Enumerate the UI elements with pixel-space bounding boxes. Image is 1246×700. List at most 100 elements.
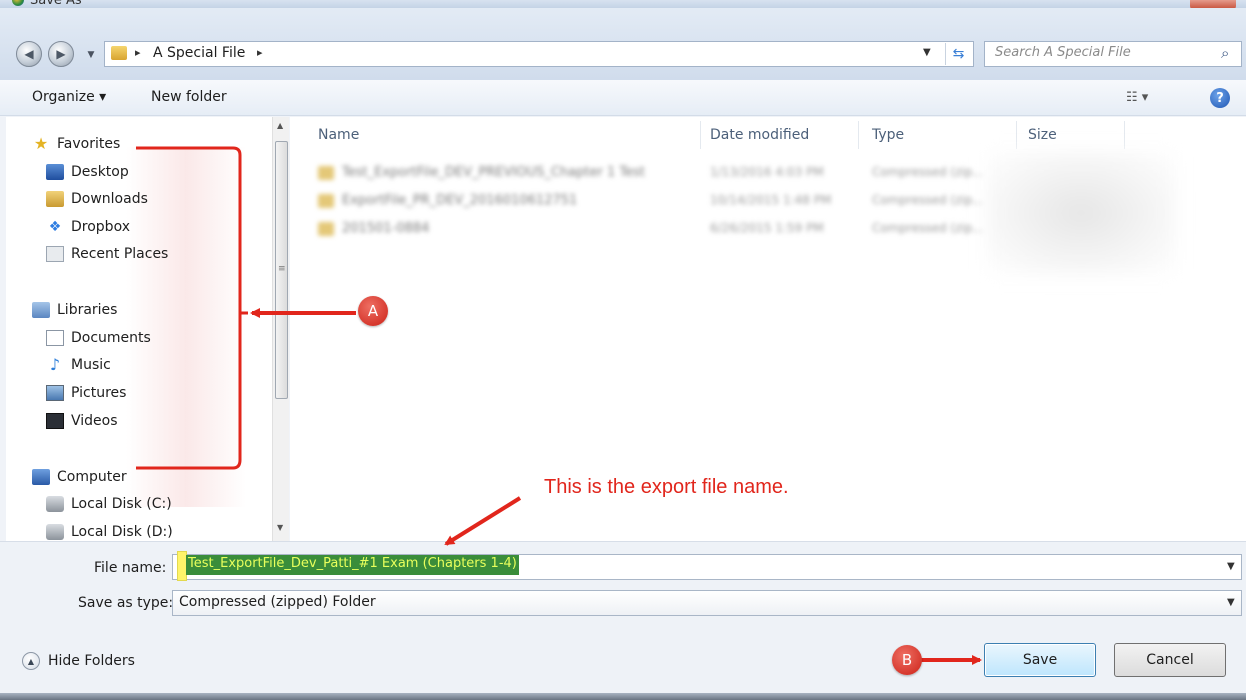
forward-arrow-icon: ▶ [56, 47, 66, 61]
sidebar-item-pictures[interactable]: Pictures [46, 382, 126, 404]
window-bottom-border [0, 693, 1246, 700]
sidebar-item-label: Downloads [71, 191, 148, 207]
column-divider[interactable] [858, 121, 859, 149]
sidebar-item-favorites[interactable]: ★ Favorites [32, 133, 120, 155]
navigation-pane: ★ Favorites Desktop Downloads ❖ Dropbox … [6, 117, 272, 541]
sidebar-item-label: Music [71, 357, 111, 373]
change-view-icon[interactable]: ☷ ▾ [1126, 90, 1148, 105]
redacted-size-column [986, 151, 1176, 275]
dropbox-icon: ❖ [48, 219, 62, 235]
column-divider[interactable] [700, 121, 701, 149]
sidebar-item-label: Documents [71, 330, 151, 346]
address-dropdown-icon[interactable]: ▼ [923, 47, 931, 58]
sidebar-item-label: Recent Places [71, 246, 169, 262]
title-bar: Save As [0, 0, 1246, 10]
chevron-up-icon: ▲ [22, 652, 40, 670]
column-divider[interactable] [1124, 121, 1125, 149]
organize-menu-button[interactable]: Organize ▾ [32, 89, 106, 105]
file-date: 10/14/2015 1:48 PM [710, 193, 832, 207]
recent-locations-dropdown[interactable]: ▼ [84, 48, 98, 62]
annotation-marker-b: B [892, 645, 922, 675]
back-arrow-icon: ◀ [24, 47, 34, 61]
refresh-icon[interactable]: ⇆ [945, 43, 971, 65]
libraries-icon [32, 302, 50, 318]
sidebar-item-desktop[interactable]: Desktop [46, 161, 129, 183]
breadcrumb-a-special-file[interactable]: A Special File [153, 45, 245, 61]
column-header-date-modified[interactable]: Date modified [710, 127, 809, 143]
hide-folders-label: Hide Folders [48, 653, 135, 669]
forward-button[interactable]: ▶ [48, 41, 74, 67]
disk-icon [46, 524, 64, 540]
scroll-down-icon[interactable]: ▼ [277, 523, 283, 532]
sidebar-item-documents[interactable]: Documents [46, 327, 151, 349]
sidebar-item-label: Local Disk (D:) [71, 524, 173, 540]
file-date: 6/26/2015 1:59 PM [710, 221, 824, 235]
grip-icon: ≡ [278, 264, 286, 274]
navigation-scrollbar[interactable]: ▲ ≡ ▼ [272, 117, 289, 541]
file-name-label: File name: [94, 560, 167, 576]
breadcrumb-separator[interactable]: ▸ [257, 46, 263, 59]
sidebar-item-label: Favorites [57, 136, 121, 152]
hide-folders-button[interactable]: ▲ Hide Folders [22, 652, 135, 670]
file-name: Test_ExportFile_DEV_PREVIOUS_Chapter 1 T… [342, 165, 645, 180]
file-name-value[interactable]: Test_ExportFile_Dev_Patti_#1 Exam (Chapt… [186, 555, 519, 575]
back-button[interactable]: ◀ [16, 41, 42, 67]
chevron-down-icon[interactable]: ▼ [1227, 561, 1235, 572]
column-divider[interactable] [1016, 121, 1017, 149]
command-toolbar: Organize ▾ New folder ☷ ▾ ? [0, 80, 1246, 116]
save-as-type-label: Save as type: [78, 595, 174, 611]
sidebar-item-dropbox[interactable]: ❖ Dropbox [46, 216, 130, 238]
folder-icon [111, 46, 127, 60]
sidebar-item-label: Dropbox [71, 219, 130, 235]
downloads-icon [46, 191, 64, 207]
annotation-callout-text: This is the export file name. [544, 476, 789, 498]
file-type: Compressed (zip... [872, 165, 984, 179]
column-header-size[interactable]: Size [1028, 127, 1057, 143]
navigation-bar: ◀ ▶ ▼ ▸ A Special File ▸ ▼ ⇆ Search A Sp… [0, 8, 1246, 80]
sidebar-item-libraries[interactable]: Libraries [32, 299, 117, 321]
pictures-icon [46, 385, 64, 401]
column-header-type[interactable]: Type [872, 127, 904, 143]
save-as-type-value: Compressed (zipped) Folder [179, 594, 376, 610]
sidebar-item-downloads[interactable]: Downloads [46, 188, 148, 210]
help-icon[interactable]: ? [1210, 88, 1230, 108]
zip-folder-icon [318, 222, 334, 236]
annotation-marker-a: A [358, 296, 388, 326]
column-header-name[interactable]: Name [318, 127, 359, 143]
sidebar-item-videos[interactable]: Videos [46, 410, 118, 432]
recent-places-icon [46, 246, 64, 262]
music-icon: ♪ [49, 355, 61, 374]
sidebar-item-label: Desktop [71, 164, 129, 180]
cancel-button[interactable]: Cancel [1114, 643, 1226, 677]
file-name-input[interactable]: Test_ExportFile_Dev_Patti_#1 Exam (Chapt… [172, 551, 1242, 581]
save-button[interactable]: Save [984, 643, 1096, 677]
search-box[interactable]: Search A Special File ⌕ [984, 41, 1242, 67]
sidebar-item-local-disk-d[interactable]: Local Disk (D:) [46, 521, 173, 541]
file-type: Compressed (zip... [872, 221, 984, 235]
scroll-up-icon[interactable]: ▲ [277, 121, 283, 130]
sidebar-item-label: Videos [71, 413, 118, 429]
file-name: 201501-0884 [342, 221, 430, 236]
window-title: Save As [30, 0, 82, 8]
new-folder-button[interactable]: New folder [151, 89, 227, 105]
search-input[interactable]: Search A Special File [995, 45, 1131, 60]
chevron-down-icon[interactable]: ▼ [1227, 597, 1235, 608]
sidebar-item-label: Computer [57, 469, 127, 485]
sidebar-item-local-disk-c[interactable]: Local Disk (C:) [46, 493, 172, 515]
file-type: Compressed (zip... [872, 193, 984, 207]
file-date: 1/13/2016 4:03 PM [710, 165, 824, 179]
desktop-icon [46, 164, 64, 180]
address-bar[interactable]: ▸ A Special File ▸ ▼ ⇆ [104, 41, 974, 67]
chrome-app-icon [12, 0, 24, 6]
sidebar-item-recent-places[interactable]: Recent Places [46, 243, 168, 265]
sidebar-item-label: Libraries [57, 302, 118, 318]
scrollbar-thumb[interactable]: ≡ [275, 141, 288, 399]
sidebar-item-computer[interactable]: Computer [32, 466, 127, 488]
disk-icon [46, 496, 64, 512]
save-options-panel: File name: Test_ExportFile_Dev_Patti_#1 … [0, 541, 1246, 700]
search-icon[interactable]: ⌕ [1221, 44, 1229, 62]
save-as-type-select[interactable]: Compressed (zipped) Folder ▼ [172, 590, 1242, 616]
sidebar-item-music[interactable]: ♪ Music [46, 354, 111, 376]
zip-folder-icon [318, 194, 334, 208]
breadcrumb-separator[interactable]: ▸ [135, 46, 141, 59]
